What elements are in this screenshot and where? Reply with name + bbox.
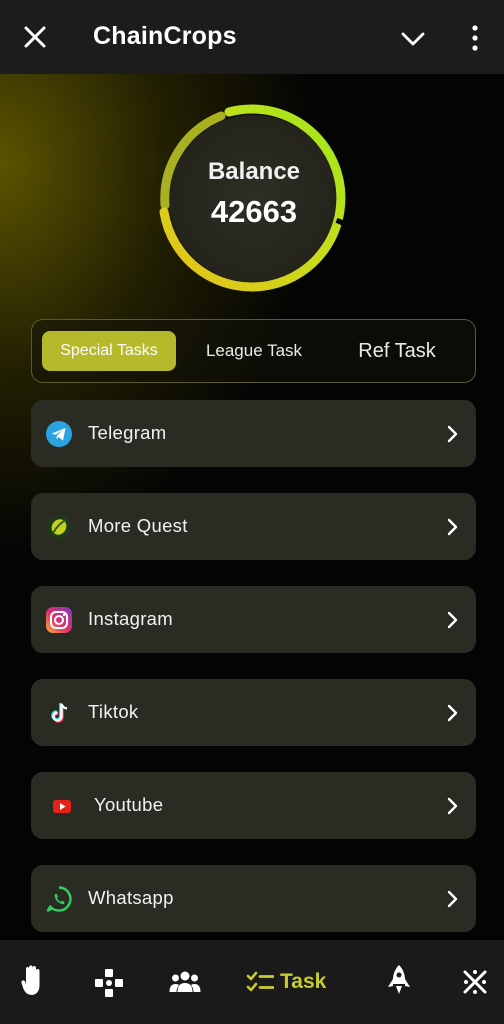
app-title: ChainCrops bbox=[93, 22, 237, 50]
close-icon[interactable] bbox=[22, 24, 48, 50]
chevron-right-icon bbox=[447, 890, 458, 908]
tab-ref-task[interactable]: Ref Task bbox=[342, 331, 452, 371]
tap-hand-icon bbox=[21, 965, 40, 995]
balance-ring: Balance 42663 bbox=[155, 100, 353, 298]
balance-value: 42663 bbox=[210, 194, 298, 229]
instagram-icon bbox=[46, 607, 72, 633]
quest-icon bbox=[47, 515, 71, 539]
nav-friends[interactable] bbox=[169, 970, 201, 1006]
task-instagram[interactable]: Instagram bbox=[31, 586, 476, 653]
friends-icon bbox=[169, 971, 201, 992]
chevron-right-icon bbox=[447, 611, 458, 629]
top-bar: ChainCrops bbox=[0, 0, 504, 74]
task-label: Instagram bbox=[88, 608, 173, 629]
tiktok-icon bbox=[51, 703, 68, 723]
rocket-icon bbox=[388, 965, 410, 994]
chevron-right-icon bbox=[447, 518, 458, 536]
task-label: Tiktok bbox=[88, 701, 139, 722]
whatsapp-icon bbox=[46, 886, 72, 912]
nav-task-label: Task bbox=[280, 970, 327, 993]
tab-league-task[interactable]: League Task bbox=[190, 331, 318, 371]
task-label: Telegram bbox=[88, 422, 167, 443]
nav-tap[interactable] bbox=[20, 964, 46, 1000]
chevron-right-icon bbox=[447, 797, 458, 815]
task-whatsapp[interactable]: Whatsapp bbox=[31, 865, 476, 932]
balance-label: Balance bbox=[207, 158, 301, 185]
nav-games[interactable] bbox=[94, 968, 124, 1004]
task-more-quest[interactable]: More Quest bbox=[31, 493, 476, 560]
nav-more[interactable] bbox=[462, 968, 488, 1004]
main-content: Balance 42663 Special Tasks League Task … bbox=[0, 74, 504, 940]
more-vertical-icon[interactable] bbox=[466, 24, 484, 52]
cross-pattern-icon bbox=[463, 970, 487, 994]
chevron-right-icon bbox=[447, 704, 458, 722]
task-label: Youtube bbox=[94, 794, 164, 815]
gamepad-icon bbox=[95, 969, 123, 997]
nav-boost[interactable] bbox=[386, 964, 412, 1000]
nav-task[interactable]: Task bbox=[246, 966, 326, 998]
task-tiktok[interactable]: Tiktok bbox=[31, 679, 476, 746]
task-tabs: Special Tasks League Task Ref Task bbox=[31, 319, 476, 383]
bottom-nav: Task bbox=[0, 940, 504, 1024]
tab-special-tasks[interactable]: Special Tasks bbox=[42, 331, 176, 371]
youtube-icon bbox=[53, 800, 71, 813]
task-label: More Quest bbox=[88, 515, 188, 536]
chevron-right-icon bbox=[447, 425, 458, 443]
task-label: Whatsapp bbox=[88, 887, 174, 908]
telegram-icon bbox=[46, 421, 72, 447]
chevron-down-icon[interactable] bbox=[400, 26, 426, 52]
task-youtube[interactable]: Youtube bbox=[31, 772, 476, 839]
task-telegram[interactable]: Telegram bbox=[31, 400, 476, 467]
task-icon bbox=[246, 971, 274, 992]
